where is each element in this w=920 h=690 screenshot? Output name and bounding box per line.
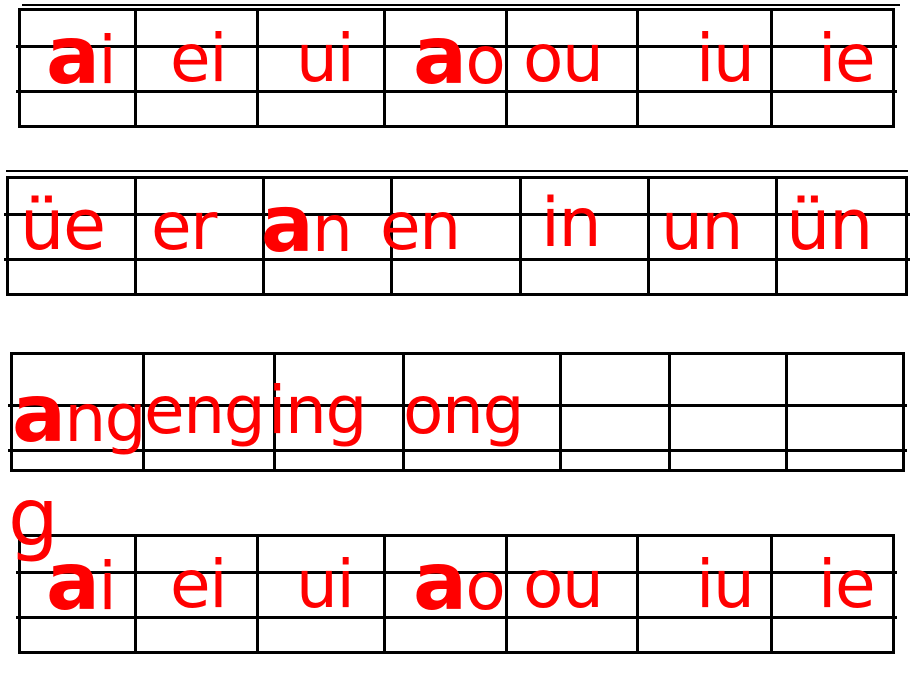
ink-layer-block-1: ai ei ui ao ou iu ie [18, 8, 895, 128]
ink-layer-block-2: üe er an en in un ün [6, 176, 908, 296]
syllable-cell-2-2[interactable]: er [151, 194, 217, 260]
syllable-cell-1-3[interactable]: ui [296, 26, 355, 92]
stray-overflow-glyph: g [8, 471, 59, 564]
syllable-cell-3-2[interactable]: eng [144, 378, 266, 444]
syllable-cell-4-6[interactable]: iu [696, 552, 755, 618]
pinyin-block-2: üe er an en in un ün [4, 176, 910, 296]
pinyin-block-3: ang eng ing ong [8, 352, 907, 472]
syllable-cell-2-6[interactable]: un [661, 194, 743, 260]
worksheet-canvas: ai ei ui ao ou iu ie üe er an en in un ü… [0, 0, 920, 690]
syllable-cell-4-3[interactable]: ui [296, 552, 355, 618]
hairline-top-1 [22, 4, 900, 6]
syllable-cell-2-5[interactable]: in [541, 190, 602, 258]
syllable-cell-3-3[interactable]: ing [268, 378, 367, 444]
syllable-cell-2-4[interactable]: en [380, 194, 461, 260]
syllable-cell-4-2[interactable]: ei [170, 552, 228, 618]
syllable-cell-2-7[interactable]: ün [786, 190, 873, 260]
syllable-cell-3-4[interactable]: ong [403, 378, 524, 444]
syllable-cell-4-5[interactable]: ou [523, 552, 604, 618]
syllable-cell-4-4[interactable]: ao [413, 542, 506, 622]
syllable-cell-4-7[interactable]: ie [818, 552, 876, 618]
syllable-cell-1-1[interactable]: ai [46, 16, 117, 96]
hairline-top-2 [6, 170, 908, 172]
syllable-cell-2-1[interactable]: üe [20, 190, 106, 260]
syllable-cell-1-7[interactable]: ie [818, 26, 876, 92]
syllable-cell-1-5[interactable]: ou [523, 26, 604, 92]
syllable-cell-1-6[interactable]: iu [696, 26, 755, 92]
pinyin-block-1: ai ei ui ao ou iu ie [16, 8, 897, 128]
syllable-cell-1-4[interactable]: ao [413, 16, 506, 96]
syllable-cell-1-2[interactable]: ei [170, 26, 228, 92]
syllable-cell-2-3[interactable]: an [261, 186, 353, 264]
syllable-cell-3-1[interactable]: ang [12, 374, 147, 454]
ink-layer-block-4: ai ei ui ao ou iu ie [18, 534, 895, 654]
pinyin-block-4: ai ei ui ao ou iu ie [16, 534, 897, 654]
ink-layer-block-3: ang eng ing ong [10, 352, 905, 472]
